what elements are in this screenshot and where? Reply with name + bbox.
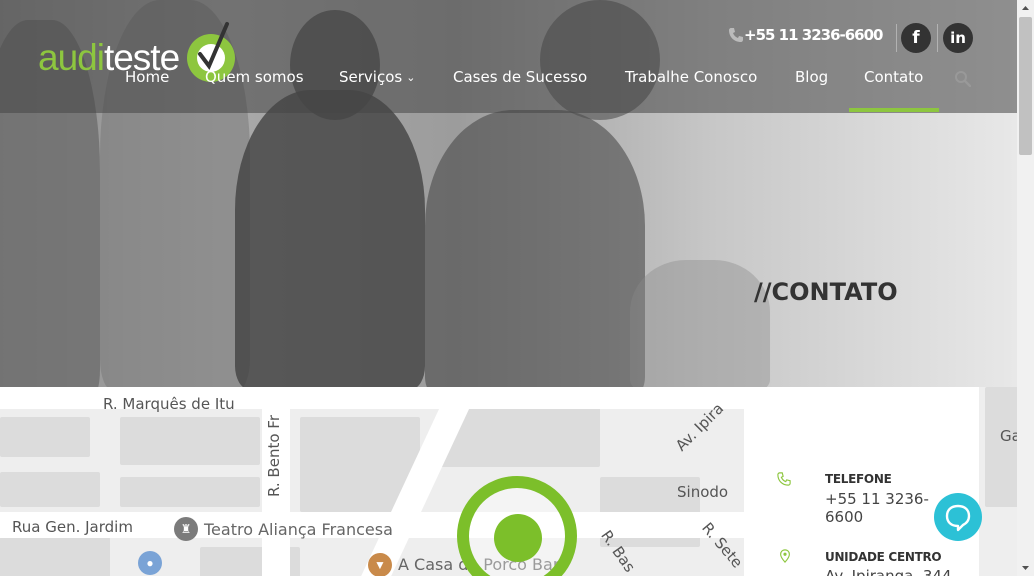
facebook-icon[interactable]: f (901, 23, 931, 53)
theater-icon: ♜ (174, 517, 198, 541)
bar-icon: ▼ (368, 553, 392, 576)
chat-bubble-icon (945, 504, 971, 532)
phone-icon (777, 472, 791, 486)
site-header: auditeste +55 11 3236-6600 f in Home Que… (0, 0, 1017, 113)
map-street-label: Ga (1000, 427, 1017, 445)
location-pin-icon (780, 549, 790, 563)
map-location-marker-center (494, 514, 542, 562)
map-street-label: R. Marquês de Itu (103, 395, 235, 413)
chevron-down-icon: ⌄ (406, 71, 416, 84)
divider (937, 24, 938, 52)
map-street-label: Sinodo (677, 483, 729, 501)
contact-address-value: Av. Ipiranga, 344 (825, 567, 952, 576)
hero-photo-figure (425, 110, 645, 387)
page-title: //CONTATO (754, 278, 898, 306)
phone-icon (729, 28, 743, 42)
hero-photo-figure (630, 260, 770, 387)
nav-servicos[interactable]: Serviços ⌄ (339, 68, 415, 86)
contact-label: TELEFONE (825, 472, 892, 486)
scroll-up-arrow-icon[interactable] (1017, 0, 1034, 17)
nav-blog[interactable]: Blog (795, 68, 828, 86)
divider (896, 24, 897, 52)
map-street-label: R. Bento Fr (265, 415, 283, 497)
scroll-down-arrow-icon[interactable] (1017, 559, 1034, 576)
map-poi-label: Teatro Aliança Francesa (204, 520, 393, 539)
shopping-icon: ● (138, 551, 162, 575)
active-nav-indicator (849, 108, 939, 112)
nav-home[interactable]: Home (125, 68, 169, 86)
map-street-label: Rua Gen. Jardim (12, 518, 133, 536)
nav-contato[interactable]: Contato (864, 68, 923, 86)
contact-label: UNIDADE CENTRO (825, 550, 942, 564)
scrollbar-thumb[interactable] (1019, 17, 1032, 155)
chat-button[interactable] (934, 493, 982, 541)
search-icon[interactable] (954, 70, 971, 87)
header-phone[interactable]: +55 11 3236-6600 (728, 26, 883, 44)
nav-cases-de-sucesso[interactable]: Cases de Sucesso (453, 68, 587, 86)
page: //CONTATO auditeste +55 11 3236-6600 f i… (0, 0, 1017, 576)
hero-photo-figure (235, 90, 425, 387)
nav-trabalhe-conosco[interactable]: Trabalhe Conosco (625, 68, 757, 86)
linkedin-icon[interactable]: in (943, 23, 973, 53)
nav-quem-somos[interactable]: Quem somos (205, 68, 304, 86)
